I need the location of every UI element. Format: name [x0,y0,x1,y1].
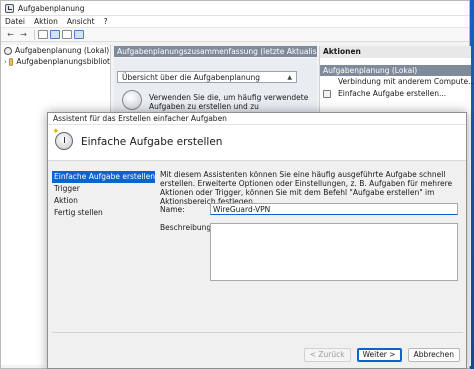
action-label: Einfache Aufgabe erstellen... [338,89,447,98]
task-icon [323,90,331,98]
wizard-buttons: < Zurück Weiter > Abbrechen [298,348,460,362]
action-pane-icon[interactable] [74,30,84,39]
summary-header: Aufgabenplanungszusammenfassung (letzte … [114,46,317,57]
actions-header: Aktionen [320,46,471,58]
back-button[interactable]: < Zurück [303,348,351,362]
overview-section-header[interactable]: Übersicht über die Aufgabenplanung ▲ [117,71,297,83]
properties-icon[interactable] [50,30,60,39]
toolbar: ← → [1,28,469,42]
wizard-content: Mit diesem Assistenten können Sie eine h… [160,170,463,281]
next-button[interactable]: Weiter > [356,348,402,362]
clock-icon [4,46,12,55]
wizard-intro-text: Mit diesem Assistenten können Sie eine h… [160,170,453,206]
collapse-icon[interactable]: ▲ [287,74,292,81]
name-label: Name: [160,204,185,214]
wizard-heading: Einfache Aufgabe erstellen [81,136,223,148]
toolbar-divider [34,29,35,40]
cancel-button[interactable]: Abbrechen [407,348,460,362]
overview-body: Verwenden Sie die, um häufig verwendete … [120,87,308,113]
menu-bar: Datei Aktion Ansicht ? [1,16,469,28]
overview-label: Übersicht über die Aufgabenplanung [122,72,261,82]
clock-icon [122,90,142,110]
folder-icon [8,57,14,66]
menu-datei[interactable]: Datei [5,17,25,26]
action-create-basic-task[interactable]: Einfache Aufgabe erstellen... [320,88,471,100]
step-finish[interactable]: Fertig stellen [52,207,155,219]
wizard-steps: Einfache Aufgabe erstellen Trigger Aktio… [52,171,155,219]
wizard-header: Einfache Aufgabe erstellen [48,125,466,161]
task-scheduler-icon [5,3,14,13]
step-action[interactable]: Aktion [52,195,155,207]
step-create-basic-task[interactable]: Einfache Aufgabe erstellen [52,171,155,183]
tree-item-library[interactable]: › Aufgabenplanungsbibliot [1,56,110,67]
menu-help[interactable]: ? [104,17,108,26]
menu-aktion[interactable]: Aktion [34,17,58,26]
actions-group-header[interactable]: Aufgabenplanung (Lokal) [320,65,471,76]
tree-item-label: Aufgabenplanung (Lokal) [15,46,110,55]
description-label: Beschreibung: [160,223,214,232]
clock-icon [52,127,73,150]
create-basic-task-wizard: Assistent für das Erstellen einfacher Au… [47,112,467,369]
wizard-divider [52,332,463,333]
chevron-right-icon[interactable]: › [4,58,7,66]
overview-text: Verwenden Sie die, um häufig verwendete … [149,93,309,111]
back-arrow-icon[interactable]: ← [5,30,16,40]
name-row: Name: WireGuard-VPN [160,203,458,215]
action-connect-computer[interactable]: Verbindung mit anderem Compute... [320,76,474,88]
window-title: Aufgabenplanung [18,3,85,13]
description-row: Beschreibung: [160,223,214,232]
console-tree-icon[interactable] [38,30,48,39]
tree-item-root[interactable]: Aufgabenplanung (Lokal) [1,45,110,56]
name-input[interactable]: WireGuard-VPN [210,203,458,215]
action-label: Verbindung mit anderem Compute... [338,77,474,86]
description-input[interactable] [210,223,458,281]
help-icon[interactable] [62,30,72,39]
menu-ansicht[interactable]: Ansicht [67,17,95,26]
wizard-title-bar: Assistent für das Erstellen einfacher Au… [48,113,466,125]
step-trigger[interactable]: Trigger [52,183,155,195]
forward-arrow-icon[interactable]: → [18,30,29,40]
title-bar: Aufgabenplanung [1,1,469,16]
tree-item-label: Aufgabenplanungsbibliot [16,57,110,66]
